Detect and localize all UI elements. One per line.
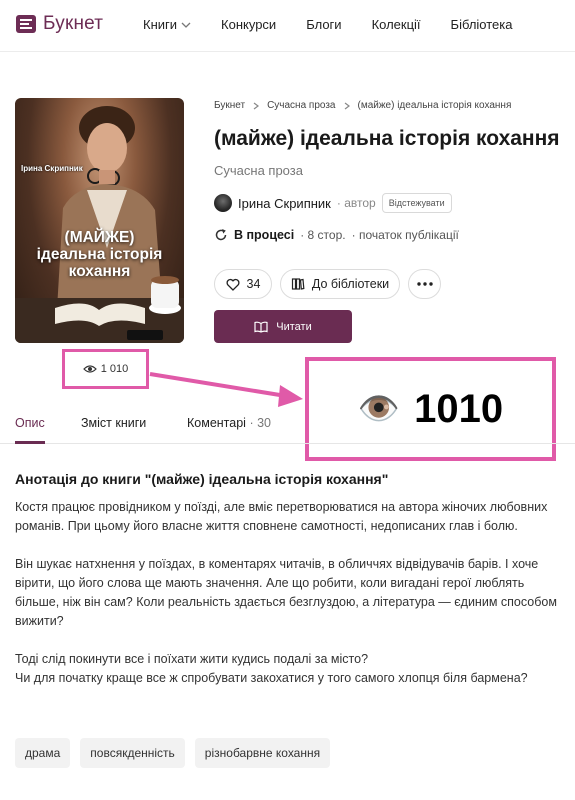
tag-item[interactable]: різнобарвне кохання (194, 738, 331, 768)
nav-item-label: Книги (143, 17, 178, 32)
nav-item-label: Бібліотека (450, 17, 513, 32)
author-role: · автор (336, 196, 376, 210)
chevron-right-icon (253, 102, 260, 109)
annotation-paragraph: Чи для початку краще все ж спробувати за… (15, 671, 528, 685)
cover-title-line: (МАЙЖЕ) (64, 229, 135, 246)
read-button-label: Читати (276, 320, 312, 333)
publication-status: · початок публікації (351, 228, 459, 242)
status-text: В процесі (234, 228, 295, 242)
cover-author: Ірина Скрипник (21, 164, 83, 173)
active-tab-indicator (15, 441, 45, 444)
book-genre[interactable]: Сучасна проза (214, 163, 303, 178)
tag-list: драма повсякденність різнобарвне кохання (15, 738, 331, 768)
book-logo-icon (16, 15, 36, 33)
tag-item[interactable]: драма (15, 738, 71, 768)
nav-item-contests[interactable]: Конкурси (221, 17, 276, 32)
author-row: Ірина Скрипник · автор Відстежувати (214, 193, 452, 213)
like-count: 34 (246, 277, 261, 291)
breadcrumb-item[interactable]: Сучасна проза (267, 100, 335, 111)
annotation-paragraph: Він шукає натхнення у поїздах, в комента… (15, 557, 557, 628)
status-row: В процесі · 8 стор. · початок публікації (214, 228, 459, 242)
author-name[interactable]: Ірина Скрипник (238, 196, 331, 211)
views-counter-highlight: 1 010 (62, 349, 149, 389)
open-book-icon (254, 321, 268, 333)
annotation-paragraph: Костя працює провідником у поїзді, але в… (15, 500, 548, 533)
breadcrumb: Букнет Сучасна проза (майже) ідеальна іс… (214, 100, 511, 111)
main-nav: Книги Конкурси Блоги Колекції Бібліотека (143, 17, 512, 32)
comments-count: · 30 (249, 416, 271, 430)
tab-description[interactable]: Опис (15, 416, 45, 430)
chevron-right-icon (344, 102, 350, 109)
more-dots-icon (416, 282, 433, 286)
tag-item[interactable]: повсякденність (80, 738, 185, 768)
logo-text: Букнет (43, 13, 104, 34)
add-to-library-label: До бібліотеки (311, 277, 390, 291)
library-icon (291, 278, 305, 290)
cover-illustration (15, 106, 184, 343)
annotation-title: Анотація до книги "(майже) ідеальна істо… (15, 471, 389, 487)
tab-contents[interactable]: Зміст книги (81, 416, 146, 430)
add-to-library-button[interactable]: До бібліотеки (280, 269, 400, 299)
refresh-icon (215, 229, 227, 241)
cover-title: (МАЙЖЕ) ідеальна історія кохання (15, 229, 184, 280)
chevron-down-icon (181, 22, 191, 28)
read-button[interactable]: Читати (214, 310, 352, 343)
views-count: 1 010 (100, 363, 129, 375)
site-logo[interactable]: Букнет (15, 13, 103, 35)
eye-icon (82, 365, 97, 373)
nav-item-collections[interactable]: Колекції (372, 17, 421, 32)
page-count: · 8 стор. (300, 228, 346, 242)
breadcrumb-item-current: (майже) ідеальна історія кохання (357, 100, 512, 111)
like-button[interactable]: 34 (214, 269, 272, 299)
annotation-paragraph: Тоді слід покинути все і поїхати жити ку… (15, 652, 369, 666)
cover-title-line: ідеальна історія (36, 246, 163, 263)
follow-button[interactable]: Відстежувати (381, 193, 452, 213)
heart-icon (226, 278, 240, 291)
nav-item-label: Блоги (306, 17, 342, 32)
cover-title-line: кохання (68, 263, 131, 280)
book-actions: 34 До бібліотеки (214, 269, 441, 299)
nav-item-label: Конкурси (221, 17, 277, 32)
book-cover[interactable]: Ірина Скрипник (МАЙЖЕ) ідеальна історія … (15, 98, 184, 343)
book-title: (майже) ідеальна історія кохання (214, 127, 560, 150)
nav-item-blogs[interactable]: Блоги (306, 17, 341, 32)
annotation-text: Костя працює провідником у поїзді, але в… (15, 498, 560, 707)
tab-comments-label: Коментарі (187, 416, 246, 430)
nav-item-library[interactable]: Бібліотека (451, 17, 513, 32)
site-header: Букнет Книги Конкурси Блоги Колекції Біб… (0, 0, 575, 52)
nav-item-label: Колекції (371, 17, 421, 32)
more-options-button[interactable] (408, 269, 441, 299)
nav-item-books[interactable]: Книги (143, 17, 191, 32)
breadcrumb-item[interactable]: Букнет (214, 100, 245, 111)
tab-comments[interactable]: Коментарі · 30 (187, 416, 271, 430)
book-tabs: Опис Зміст книги Коментарі · 30 (0, 404, 575, 444)
avatar[interactable] (214, 194, 232, 212)
